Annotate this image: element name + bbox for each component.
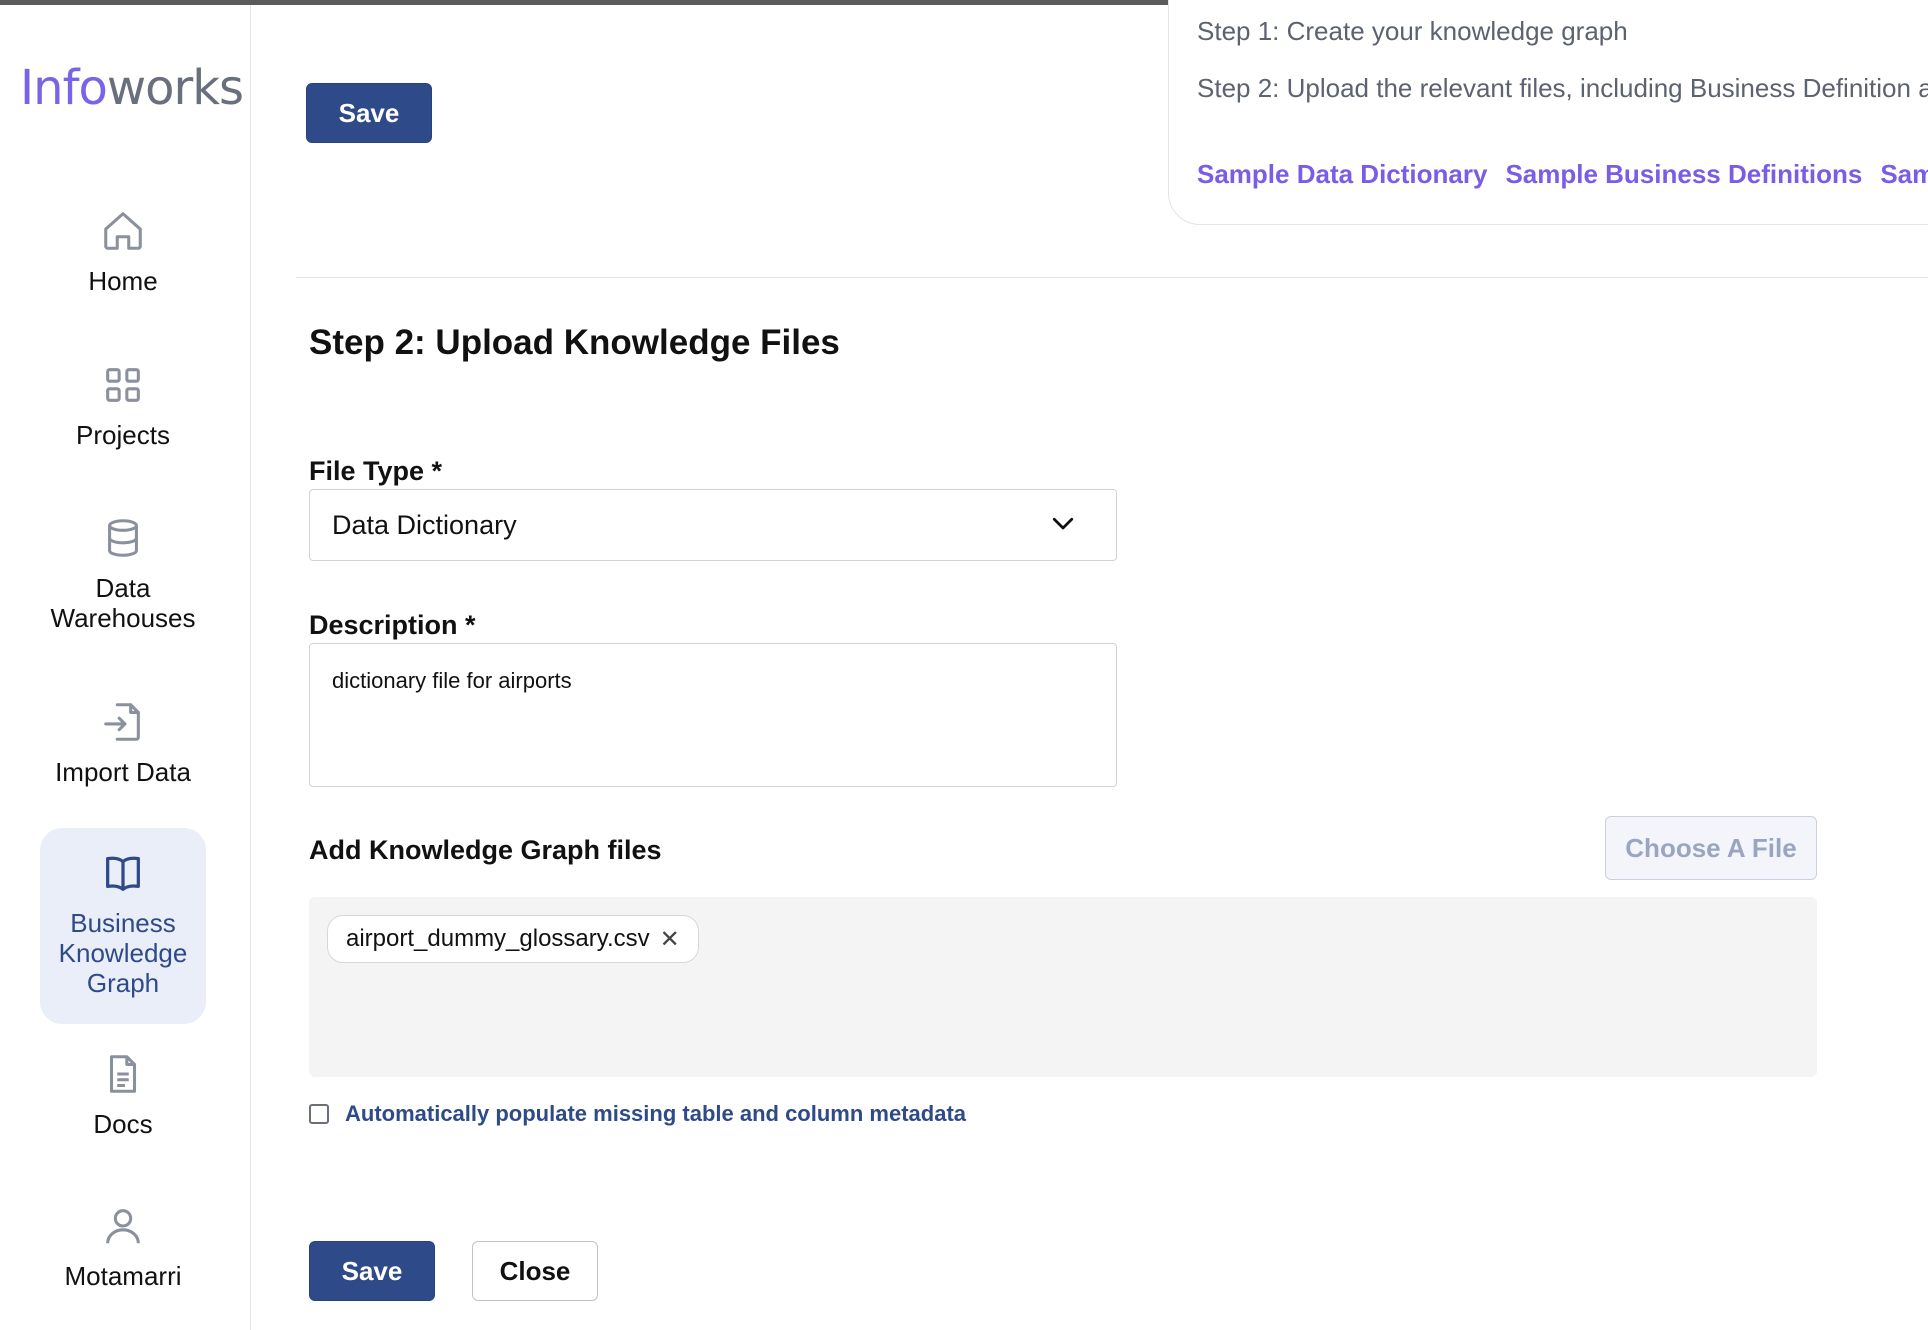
- sidebar-item-label: Motamarri: [64, 1261, 182, 1291]
- sample-data-dictionary-link[interactable]: Sample Data Dictionary: [1197, 159, 1487, 189]
- sidebar-item-label: Docs: [93, 1109, 153, 1139]
- auto-populate-label: Automatically populate missing table and…: [345, 1101, 967, 1126]
- save-button[interactable]: Save: [309, 1241, 435, 1301]
- section-divider: [296, 277, 1928, 278]
- sidebar-item-business-knowledge-graph[interactable]: Business Knowledge Graph: [40, 828, 206, 1024]
- remove-file-icon[interactable]: ✕: [660, 925, 680, 954]
- main-content: Save Step 1: Create your knowledge graph…: [251, 0, 1928, 1330]
- sample-links: Sample Data Dictionary Sample Business De…: [1197, 159, 1928, 190]
- instructions-step-1: Step 1: Create your knowledge graph: [1197, 16, 1628, 46]
- database-icon: [100, 515, 146, 561]
- files-label: Add Knowledge Graph files: [309, 835, 662, 865]
- choose-file-button[interactable]: Choose A File: [1605, 816, 1817, 880]
- auto-populate-checkbox[interactable]: [309, 1104, 329, 1124]
- grid-icon: [100, 362, 146, 408]
- file-chip: airport_dummy_glossary.csv ✕: [327, 915, 699, 963]
- instructions-card: Step 1: Create your knowledge graph Step…: [1168, 0, 1928, 225]
- file-type-value: Data Dictionary: [332, 510, 517, 540]
- user-icon: [100, 1203, 146, 1249]
- document-icon: [100, 1051, 146, 1097]
- sidebar-item-projects[interactable]: Projects: [40, 362, 206, 462]
- file-type-select[interactable]: Data Dictionary: [309, 489, 1117, 561]
- sidebar-item-import-data[interactable]: Import Data: [40, 699, 206, 799]
- sidebar-item-home[interactable]: Home: [40, 208, 206, 308]
- file-dropzone[interactable]: airport_dummy_glossary.csv ✕: [309, 897, 1817, 1077]
- logo-part-2: works: [106, 60, 244, 116]
- auto-populate-option[interactable]: Automatically populate missing table and…: [309, 1101, 966, 1127]
- book-icon: [100, 850, 146, 896]
- import-icon: [100, 699, 146, 745]
- sample-link-truncated[interactable]: Samp: [1880, 159, 1928, 189]
- sidebar: Infoworks Home Projects Data Warehouses …: [0, 5, 251, 1330]
- close-button[interactable]: Close: [472, 1241, 598, 1301]
- logo-part-1: Info: [20, 60, 108, 116]
- sidebar-item-label: Projects: [76, 420, 170, 450]
- sidebar-item-docs[interactable]: Docs: [40, 1051, 206, 1151]
- home-icon: [100, 208, 146, 254]
- section-title: Step 2: Upload Knowledge Files: [309, 323, 840, 362]
- sidebar-item-label: Business Knowledge Graph: [58, 908, 188, 998]
- file-type-label: File Type *: [309, 456, 443, 486]
- sidebar-item-label: Data Warehouses: [50, 573, 196, 633]
- sidebar-item-data-warehouses[interactable]: Data Warehouses: [40, 515, 206, 645]
- sample-business-definitions-link[interactable]: Sample Business Definitions: [1505, 159, 1862, 189]
- sidebar-item-profile[interactable]: Motamarri: [40, 1203, 206, 1303]
- chevron-down-icon: [1048, 508, 1078, 538]
- save-button-top[interactable]: Save: [306, 83, 432, 143]
- description-label: Description *: [309, 610, 476, 640]
- description-field[interactable]: dictionary file for airports: [309, 643, 1117, 787]
- file-chip-name: airport_dummy_glossary.csv: [346, 925, 650, 952]
- infoworks-logo[interactable]: Infoworks: [20, 60, 244, 116]
- sidebar-item-label: Import Data: [55, 757, 191, 787]
- sidebar-item-label: Home: [88, 266, 158, 296]
- instructions-step-2: Step 2: Upload the relevant files, inclu…: [1197, 73, 1928, 103]
